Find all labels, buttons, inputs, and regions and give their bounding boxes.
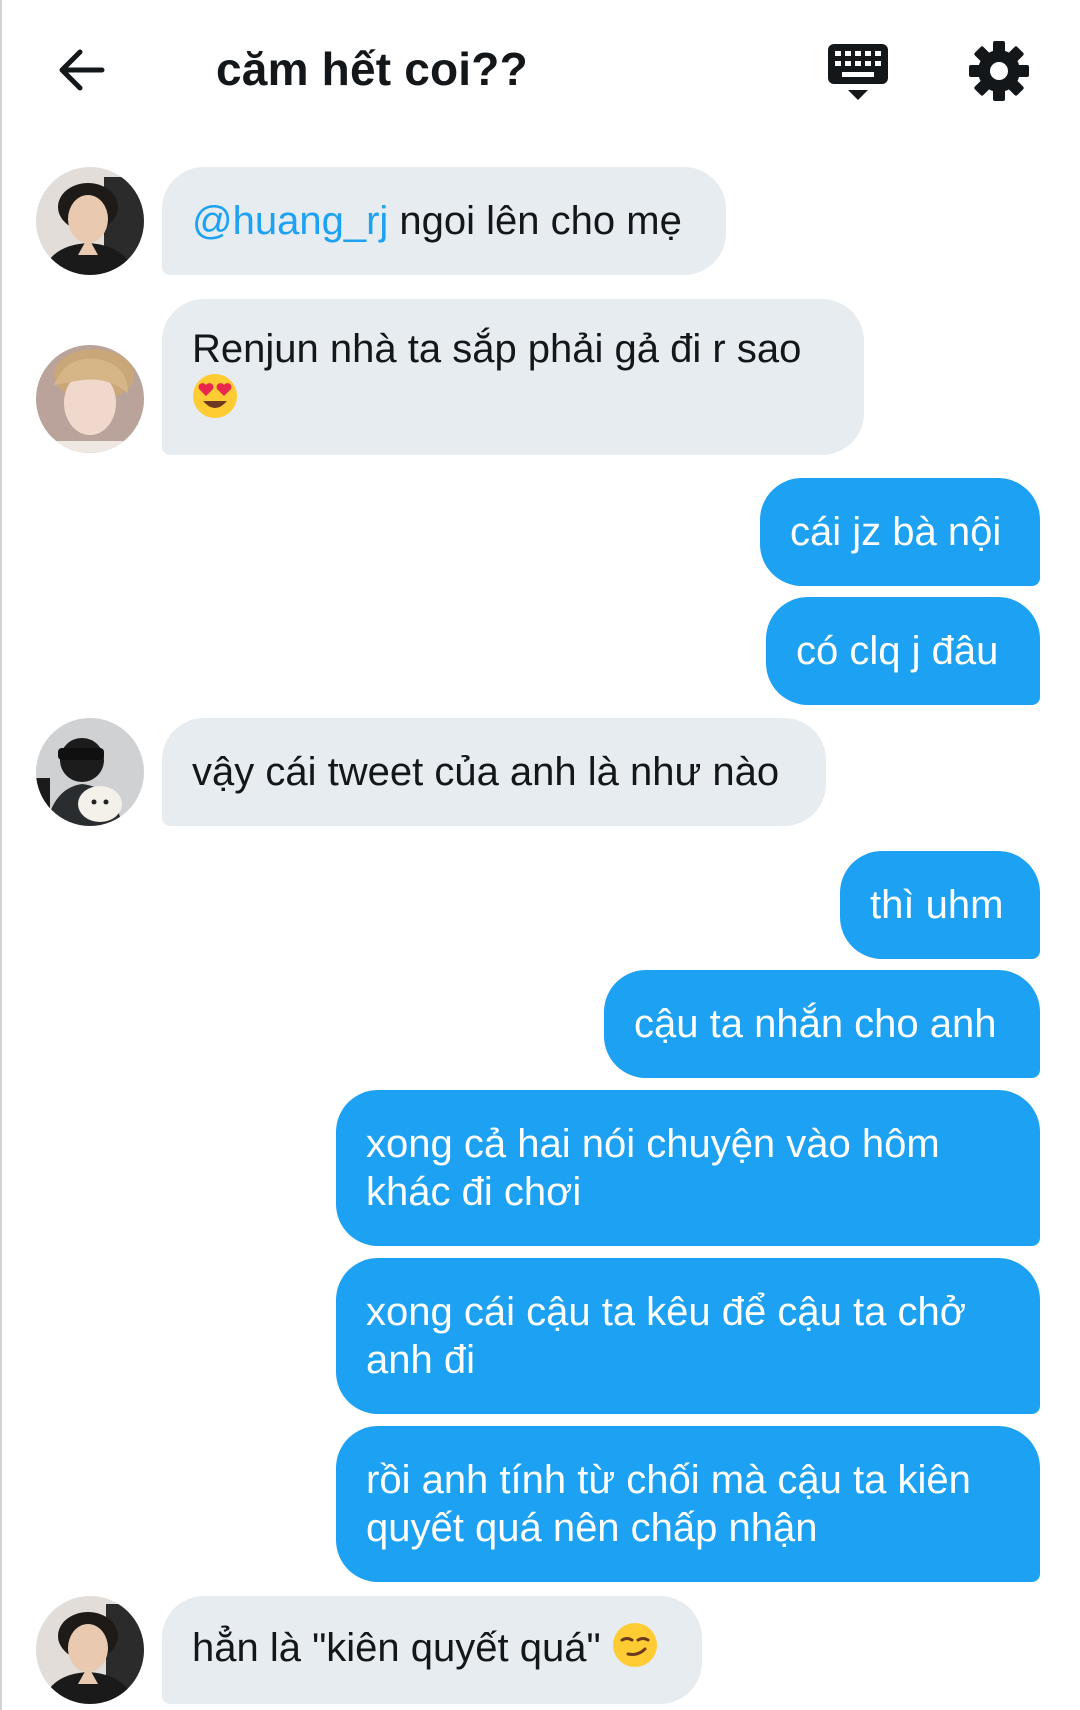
avatar[interactable] — [36, 718, 144, 826]
message-bubble[interactable]: cái jz bà nội — [760, 478, 1040, 586]
gear-icon[interactable] — [968, 40, 1030, 102]
message-text: xong cái cậu ta kêu để cậu ta chở anh đi — [366, 1290, 966, 1382]
message-bubble[interactable]: vậy cái tweet của anh là như nào — [162, 718, 826, 826]
message-bubble[interactable]: xong cái cậu ta kêu để cậu ta chở anh đi — [336, 1258, 1040, 1414]
message-bubble[interactable]: có clq j đâu — [766, 597, 1040, 705]
message-text: hẳn là "kiên quyết quá" — [192, 1625, 612, 1670]
avatar[interactable] — [36, 1596, 144, 1704]
message-text: Renjun nhà ta sắp phải gả đi r sao — [192, 326, 802, 371]
message-bubble[interactable]: hẳn là "kiên quyết quá" — [162, 1596, 702, 1704]
message-bubble[interactable]: Renjun nhà ta sắp phải gả đi r sao — [162, 299, 864, 455]
message-text: cậu ta nhắn cho anh — [634, 1002, 997, 1046]
smirk-emoji — [612, 1622, 658, 1679]
message-text: cái jz bà nội — [790, 510, 1002, 554]
conversation-header: căm hết coi?? — [0, 0, 1080, 140]
message-bubble[interactable]: cậu ta nhắn cho anh — [604, 970, 1040, 1078]
heart-eyes-emoji — [192, 373, 238, 430]
message-bubble[interactable]: @huang_rj ngoi lên cho mẹ — [162, 167, 726, 275]
message-bubble[interactable]: rồi anh tính từ chối mà cậu ta kiên quyế… — [336, 1426, 1040, 1582]
avatar[interactable] — [36, 167, 144, 275]
message-text: ngoi lên cho mẹ — [388, 199, 682, 243]
message-bubble[interactable]: thì uhm — [840, 851, 1040, 959]
message-text: có clq j đâu — [796, 629, 999, 673]
user-mention-link[interactable]: @huang_rj — [192, 199, 388, 243]
conversation-title[interactable]: căm hết coi?? — [216, 42, 528, 96]
message-text: rồi anh tính từ chối mà cậu ta kiên quyế… — [366, 1458, 971, 1550]
screen-edge-divider — [0, 0, 2, 1710]
avatar[interactable] — [36, 345, 144, 453]
message-text: xong cả hai nói chuyện vào hôm khác đi c… — [366, 1122, 940, 1214]
message-text: thì uhm — [870, 883, 1004, 927]
keyboard-icon[interactable] — [826, 42, 890, 106]
message-bubble[interactable]: xong cả hai nói chuyện vào hôm khác đi c… — [336, 1090, 1040, 1246]
back-arrow-icon[interactable] — [52, 40, 112, 100]
message-text: vậy cái tweet của anh là như nào — [192, 750, 780, 794]
